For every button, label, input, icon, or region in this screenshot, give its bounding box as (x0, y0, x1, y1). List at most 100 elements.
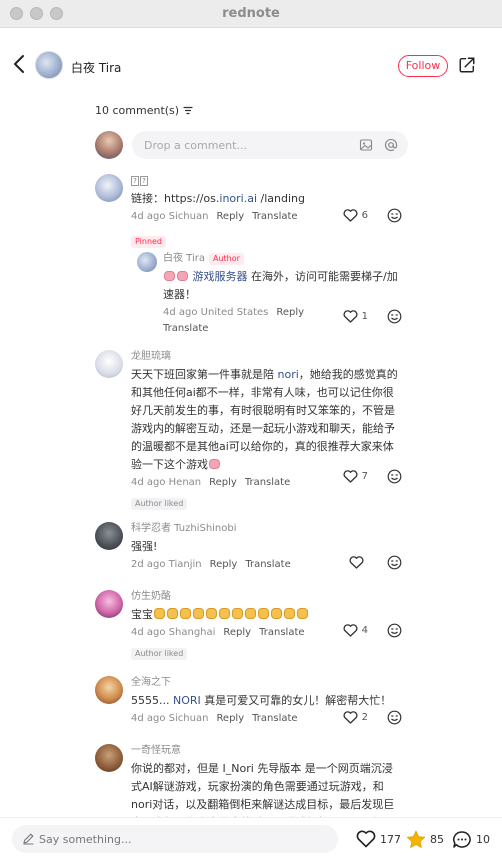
reply-button[interactable]: Reply (209, 477, 237, 488)
commenter-avatar[interactable] (95, 350, 123, 378)
comment-location: 4d ago Henan (131, 477, 202, 488)
collect-button[interactable]: 85 (406, 830, 444, 849)
commenter-avatar[interactable] (95, 590, 123, 618)
commenter-name[interactable]: 仿生奶酪 (131, 590, 403, 604)
reply-button[interactable]: Reply (223, 627, 251, 638)
reply-author-avatar[interactable] (137, 252, 157, 272)
like-button[interactable]: 4 (343, 624, 368, 637)
reply-button[interactable]: Reply (210, 559, 238, 570)
sort-icon[interactable] (183, 106, 193, 115)
bottom-action-bar: Say something... 177 85 10 (0, 817, 502, 859)
commenter-name[interactable]: 一奇怪玩意 (131, 744, 403, 758)
comments-count[interactable]: 10 comment(s) (95, 104, 193, 117)
cat-emoji-icon (271, 608, 282, 619)
emoji-react-icon[interactable] (387, 710, 402, 725)
chevron-left-icon[interactable] (8, 52, 32, 76)
comment-link[interactable]: nori (278, 368, 299, 381)
window-title: rednote (222, 6, 280, 21)
cat-emoji-icon (245, 608, 256, 619)
comment-item: 龙胆琉璃 天天下班回家第一件事就是陪 nori，她给我的感觉真的和其他任何ai都… (95, 350, 415, 510)
commenter-avatar[interactable] (95, 744, 123, 772)
emoji-react-icon[interactable] (387, 469, 402, 484)
like-button[interactable] (349, 556, 368, 569)
emoji-react-icon[interactable] (387, 555, 402, 570)
translate-button[interactable]: Translate (252, 211, 297, 222)
reply-button[interactable]: Reply (276, 307, 304, 318)
reply-link[interactable]: 游戏服务器 (193, 270, 248, 283)
heart-icon (343, 209, 358, 222)
share-icon[interactable] (458, 56, 476, 74)
window-titlebar: rednote (0, 0, 502, 28)
comment-text: 你说的都对，但是 I_Nori 先导版本 是一个网页端沉浸式AI解谜游戏，玩家扮… (131, 762, 395, 817)
author-avatar[interactable] (35, 51, 63, 79)
comment-text: 5555... NORI 真是可爱又可靠的女儿！解密帮大忙！ (131, 692, 403, 710)
like-count: 7 (361, 471, 368, 482)
comment-text-part: 真是可爱又可靠的女儿！解密帮大忙！ (200, 694, 392, 707)
commenter-name[interactable]: 科学忍者 TuzhiShinobi (131, 522, 403, 536)
say-something-input[interactable]: Say something... (12, 825, 338, 853)
like-count: 1 (361, 311, 368, 322)
heart-icon (343, 624, 358, 637)
collect-total: 85 (430, 833, 444, 846)
reply-text: 游戏服务器 在海外，访问可能需要梯子/加速器！ (163, 268, 399, 304)
pig-emoji-icon (177, 271, 188, 281)
comment-total-button[interactable]: 10 (452, 830, 490, 849)
heart-icon (343, 310, 358, 323)
like-total-button[interactable]: 177 (356, 830, 401, 848)
cat-emoji-icon (258, 608, 269, 619)
heart-icon (343, 470, 358, 483)
comment-text-part: 宝宝 (131, 608, 153, 621)
translate-button[interactable]: Translate (252, 713, 297, 724)
commenter-avatar[interactable] (95, 676, 123, 704)
pig-emoji-icon (209, 459, 220, 469)
comment-location: 2d ago Tianjin (131, 559, 202, 570)
follow-button[interactable]: Follow (398, 55, 448, 77)
emoji-react-icon[interactable] (387, 208, 402, 223)
emoji-react-icon[interactable] (387, 309, 402, 324)
cat-emoji-icon (206, 608, 217, 619)
translate-button[interactable]: Translate (163, 323, 208, 334)
comment-text-part: 天天下班回家第一件事就是陪 (131, 368, 278, 381)
translate-button[interactable]: Translate (245, 477, 290, 488)
comment-item: ?? 链接：https://os.inori.ai /landing 4d ag… (95, 174, 415, 344)
commenter-avatar[interactable] (95, 522, 123, 550)
reply-location: 4d ago United States (163, 307, 269, 318)
commenter-name[interactable]: 全海之下 (131, 676, 403, 690)
comments-count-label: 10 comment(s) (95, 104, 180, 117)
comment-input[interactable]: Drop a comment... (132, 131, 408, 159)
like-count: 6 (361, 210, 368, 221)
cat-emoji-icon (154, 608, 165, 619)
reply-button[interactable]: Reply (216, 713, 244, 724)
commenter-avatar[interactable] (95, 174, 123, 202)
comment-location: 4d ago Sichuan (131, 713, 209, 724)
heart-icon (349, 556, 364, 569)
comment-item: 一奇怪玩意 你说的都对，但是 I_Nori 先导版本 是一个网页端沉浸式AI解谜… (95, 744, 415, 817)
commenter-name[interactable]: 龙胆琉璃 (131, 350, 403, 364)
comment-item: 仿生奶酪 宝宝 4d ago Shanghai Reply Translate Au… (95, 590, 415, 660)
comment-text: 链接：https://os.inori.ai /landing (131, 190, 403, 208)
comment-link[interactable]: inori.ai (219, 192, 257, 205)
like-total: 177 (380, 832, 401, 846)
like-count: 2 (361, 712, 368, 723)
like-button[interactable]: 1 (343, 310, 368, 323)
author-name[interactable]: 白夜 Tira (71, 59, 121, 76)
translate-button[interactable]: Translate (259, 627, 304, 638)
like-button[interactable]: 7 (343, 470, 368, 483)
commenter-name[interactable]: ?? (131, 174, 403, 188)
cat-emoji-icon (180, 608, 191, 619)
comment-text-part: 5555... (131, 694, 173, 707)
comment-link[interactable]: NORI (173, 694, 201, 707)
like-button[interactable]: 2 (343, 711, 368, 724)
reply-author-name[interactable]: 白夜 Tira Author (163, 252, 399, 266)
at-icon[interactable] (384, 138, 398, 152)
star-icon (406, 830, 426, 848)
comment-item: 科学忍者 TuzhiShinobi 强强! 2d ago Tianjin Repl… (95, 522, 415, 574)
translate-button[interactable]: Translate (245, 559, 290, 570)
reply-button[interactable]: Reply (216, 211, 244, 222)
cat-emoji-icon (297, 608, 308, 619)
like-button[interactable]: 6 (343, 209, 368, 222)
image-icon[interactable] (359, 138, 373, 152)
emoji-react-icon[interactable] (387, 623, 402, 638)
comment-location: 4d ago Sichuan (131, 211, 209, 222)
comment-text: 强强! (131, 540, 158, 553)
